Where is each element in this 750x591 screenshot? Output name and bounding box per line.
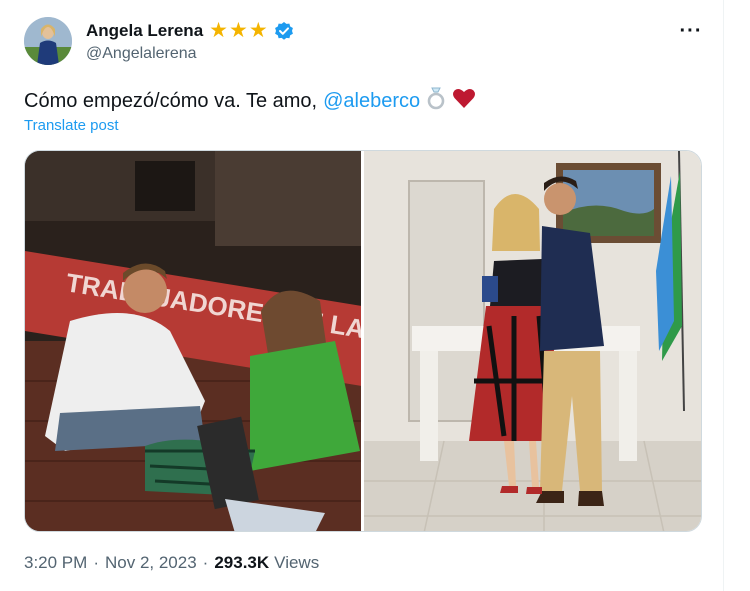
more-options-icon[interactable]: ···	[678, 20, 704, 42]
views-count: 293.3K	[214, 553, 270, 572]
views-label: Views	[274, 553, 320, 572]
author-display-name[interactable]: Angela Lerena	[86, 21, 203, 41]
verified-badge-icon	[274, 22, 293, 40]
meta-separator: ·	[202, 553, 209, 572]
star-icon: ★	[248, 19, 268, 42]
tweet-card: Angela Lerena ★ ★ ★ @Angelalerena ··· Có…	[0, 0, 724, 591]
ring-icon	[426, 86, 446, 116]
avatar[interactable]	[24, 17, 72, 65]
tweet-body: Cómo empezó/cómo va. Te amo,	[24, 89, 318, 112]
tweet-meta: 3:20 PM · Nov 2, 2023 · 293.3K Views	[24, 553, 319, 573]
tweet-text: Cómo empezó/cómo va. Te amo, @aleberco	[24, 86, 476, 116]
red-heart-icon	[452, 87, 476, 115]
tweet-time[interactable]: 3:20 PM	[24, 553, 87, 573]
meta-separator: ·	[93, 553, 99, 572]
media-grid: TRABAJADORES DE LA POLÍTICA	[24, 150, 702, 532]
star-icon: ★	[228, 19, 248, 42]
photo-how-it-started[interactable]: TRABAJADORES DE LA POLÍTICA	[25, 151, 361, 531]
mention-link[interactable]: @aleberco	[323, 90, 420, 113]
star-icon: ★	[209, 19, 228, 42]
translate-post-link[interactable]: Translate post	[24, 117, 119, 134]
author-handle[interactable]: @Angelalerena	[86, 45, 197, 63]
tweet-date[interactable]: Nov 2, 2023	[105, 553, 197, 573]
author-name-row: Angela Lerena ★ ★ ★	[86, 20, 294, 42]
badge-stars: ★ ★ ★	[209, 19, 268, 42]
photo-how-its-going[interactable]	[363, 151, 701, 531]
